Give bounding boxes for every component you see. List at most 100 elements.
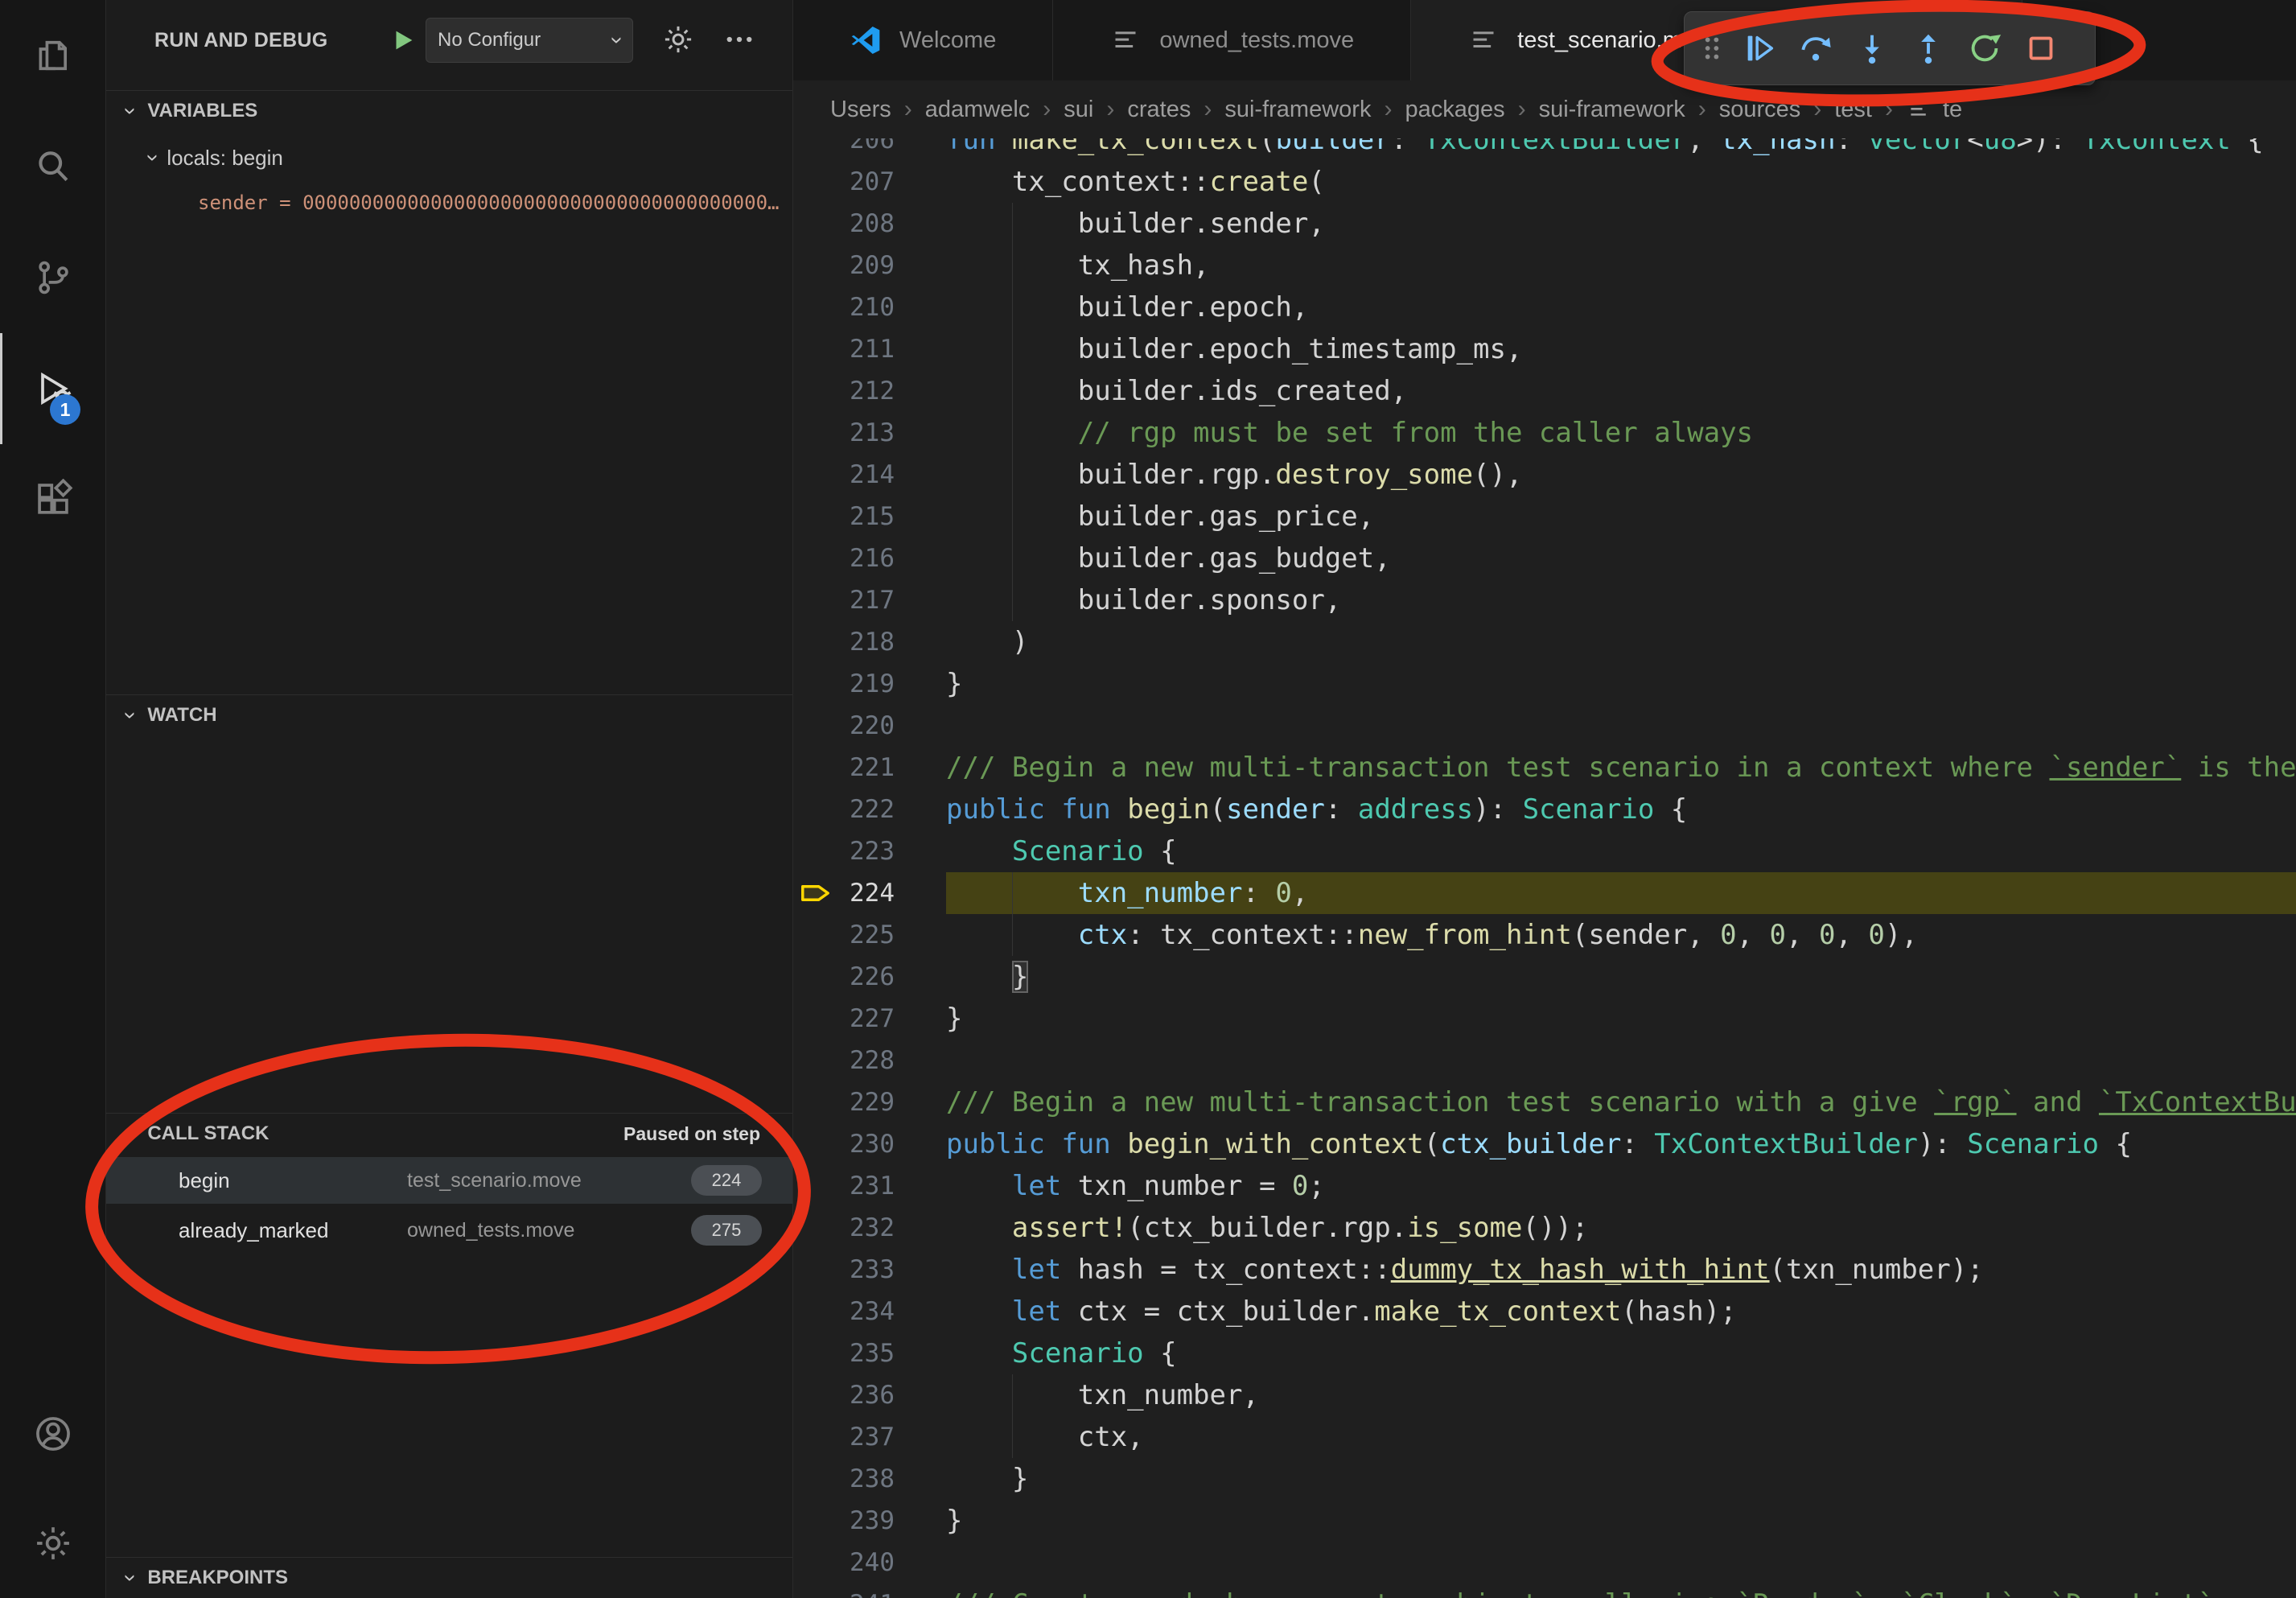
watch-section-header[interactable]: › WATCH: [106, 694, 792, 735]
line-number[interactable]: 233: [793, 1249, 895, 1291]
breadcrumb-item[interactable]: crates: [1127, 97, 1191, 123]
code-line[interactable]: 237 ctx,: [793, 1416, 2296, 1458]
line-number[interactable]: 229: [793, 1081, 895, 1123]
code-line[interactable]: 232 assert!(ctx_builder.rgp.is_some());: [793, 1207, 2296, 1249]
code-line[interactable]: 219}: [793, 663, 2296, 705]
activity-bar-item-extensions[interactable]: [0, 444, 105, 555]
code-line[interactable]: 229/// Begin a new multi-transaction tes…: [793, 1081, 2296, 1123]
activity-bar-item-files[interactable]: [0, 0, 105, 111]
line-number[interactable]: 207: [793, 161, 895, 203]
code-line[interactable]: 236 txn_number,: [793, 1374, 2296, 1416]
code-line[interactable]: 238 }: [793, 1458, 2296, 1500]
activity-bar-item-settings-gear[interactable]: [0, 1489, 105, 1598]
breadcrumb-item[interactable]: sui-framework: [1539, 97, 1685, 123]
activity-bar-item-source-control[interactable]: [0, 222, 105, 333]
breakpoints-section-header[interactable]: › BREAKPOINTS: [106, 1557, 792, 1598]
variables-scope-row[interactable]: › locals: begin: [106, 137, 792, 179]
line-number[interactable]: 212: [793, 370, 895, 412]
code-line[interactable]: 233 let hash = tx_context::dummy_tx_hash…: [793, 1249, 2296, 1291]
call-stack-frame-already_marked[interactable]: already_markedowned_tests.move275: [106, 1207, 792, 1254]
tab-Welcome[interactable]: Welcome: [793, 0, 1053, 80]
line-number[interactable]: 225: [793, 914, 895, 956]
call-stack-section-header[interactable]: › CALL STACK Paused on step: [106, 1113, 792, 1154]
code-line[interactable]: 231 let txn_number = 0;: [793, 1165, 2296, 1207]
tab-owned_tests-move[interactable]: owned_tests.move: [1053, 0, 1411, 80]
code-line[interactable]: 217 builder.sponsor,: [793, 579, 2296, 621]
code-line[interactable]: 227}: [793, 998, 2296, 1040]
activity-bar-item-search[interactable]: [0, 111, 105, 222]
breadcrumb-item-file[interactable]: te: [1943, 97, 1962, 123]
line-number[interactable]: 209: [793, 245, 895, 286]
line-number[interactable]: 216: [793, 537, 895, 579]
code-line[interactable]: 226 }: [793, 956, 2296, 998]
activity-bar-item-run-and-debug[interactable]: 1: [0, 333, 105, 444]
step-out-icon[interactable]: [1900, 20, 1957, 76]
code-line[interactable]: 207 tx_context::create(: [793, 161, 2296, 203]
line-number[interactable]: 239: [793, 1500, 895, 1542]
code-line[interactable]: 230public fun begin_with_context(ctx_bui…: [793, 1123, 2296, 1165]
line-number[interactable]: 223: [793, 830, 895, 872]
line-number[interactable]: 230: [793, 1123, 895, 1165]
line-number[interactable]: 238: [793, 1458, 895, 1500]
code-line[interactable]: 234 let ctx = ctx_builder.make_tx_contex…: [793, 1291, 2296, 1332]
start-debugging-button[interactable]: [389, 27, 417, 54]
code-line[interactable]: 208 builder.sender,: [793, 203, 2296, 245]
code-line[interactable]: 211 builder.epoch_timestamp_ms,: [793, 328, 2296, 370]
more-actions-button[interactable]: [722, 23, 759, 60]
line-number[interactable]: 234: [793, 1291, 895, 1332]
line-number[interactable]: 241: [793, 1584, 895, 1598]
activity-bar-item-account[interactable]: [0, 1379, 105, 1489]
variables-section-header[interactable]: › VARIABLES: [106, 90, 792, 131]
code-line[interactable]: 222public fun begin(sender: address): Sc…: [793, 789, 2296, 830]
breadcrumb-item[interactable]: test: [1834, 97, 1872, 123]
code-line[interactable]: 215 builder.gas_price,: [793, 496, 2296, 537]
line-number[interactable]: 213: [793, 412, 895, 454]
line-number[interactable]: 215: [793, 496, 895, 537]
line-number[interactable]: 220: [793, 705, 895, 747]
line-number[interactable]: 214: [793, 454, 895, 496]
breadcrumb-item[interactable]: Users: [830, 97, 891, 123]
code-line[interactable]: 224 txn_number: 0,: [793, 872, 2296, 914]
code-line[interactable]: 210 builder.epoch,: [793, 286, 2296, 328]
step-into-icon[interactable]: [1844, 20, 1900, 76]
stop-icon[interactable]: [2013, 20, 2069, 76]
line-number[interactable]: 211: [793, 328, 895, 370]
code-line[interactable]: 218 ): [793, 621, 2296, 663]
line-number[interactable]: 219: [793, 663, 895, 705]
line-number[interactable]: 224: [793, 872, 895, 914]
code-line[interactable]: 214 builder.rgp.destroy_some(),: [793, 454, 2296, 496]
variable-row-sender[interactable]: sender = 0000000000000000000000000000000…: [198, 182, 786, 224]
line-number[interactable]: 231: [793, 1165, 895, 1207]
breadcrumb-item[interactable]: sources: [1719, 97, 1801, 123]
call-stack-frame-begin[interactable]: begintest_scenario.move224: [106, 1157, 792, 1204]
code-line[interactable]: 239}: [793, 1500, 2296, 1542]
line-number[interactable]: 210: [793, 286, 895, 328]
debug-configuration-dropdown[interactable]: No Configur ›: [426, 18, 633, 63]
code-editor[interactable]: 206fun make_tx_context(builder: TxContex…: [793, 80, 2296, 1598]
line-number[interactable]: 226: [793, 956, 895, 998]
code-line[interactable]: 220: [793, 705, 2296, 747]
line-number[interactable]: 227: [793, 998, 895, 1040]
line-number[interactable]: 217: [793, 579, 895, 621]
restart-icon[interactable]: [1957, 20, 2013, 76]
code-line[interactable]: 209 tx_hash,: [793, 245, 2296, 286]
code-line[interactable]: 228: [793, 1040, 2296, 1081]
code-line[interactable]: 221/// Begin a new multi-transaction tes…: [793, 747, 2296, 789]
gripper-icon[interactable]: [1693, 20, 1731, 76]
line-number[interactable]: 218: [793, 621, 895, 663]
step-over-icon[interactable]: [1788, 20, 1844, 76]
breadcrumb-item[interactable]: packages: [1405, 97, 1504, 123]
line-number[interactable]: 208: [793, 203, 895, 245]
breadcrumb-item[interactable]: sui: [1064, 97, 1093, 123]
code-line[interactable]: 240: [793, 1542, 2296, 1584]
code-line[interactable]: 241/// Creates and shares system objects…: [793, 1584, 2296, 1598]
line-number[interactable]: 236: [793, 1374, 895, 1416]
code-line[interactable]: 225 ctx: tx_context::new_from_hint(sende…: [793, 914, 2296, 956]
line-number[interactable]: 222: [793, 789, 895, 830]
line-number[interactable]: 228: [793, 1040, 895, 1081]
line-number[interactable]: 240: [793, 1542, 895, 1584]
debug-settings-gear-button[interactable]: [661, 23, 698, 60]
line-number[interactable]: 232: [793, 1207, 895, 1249]
code-line[interactable]: 223 Scenario {: [793, 830, 2296, 872]
code-line[interactable]: 212 builder.ids_created,: [793, 370, 2296, 412]
